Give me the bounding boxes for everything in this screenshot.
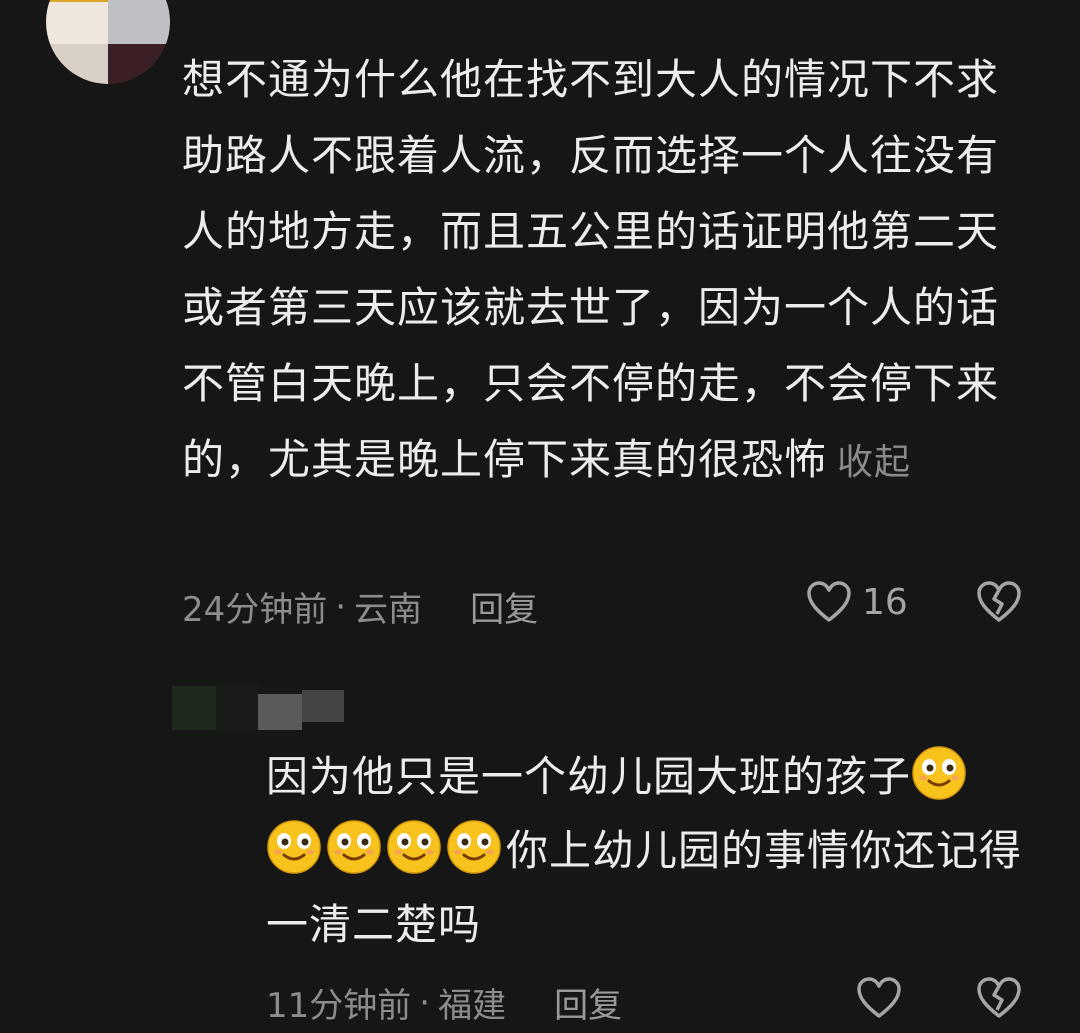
dislike-button[interactable] bbox=[976, 580, 1022, 628]
smiley-emoji-icon bbox=[266, 819, 322, 875]
smiley-emoji-icon bbox=[911, 745, 967, 801]
like-count: 16 bbox=[862, 581, 908, 623]
comment-text: 想不通为什么他在找不到大人的情况下不求助路人不跟着人流，反而选择一个人往没有人的… bbox=[182, 55, 1000, 484]
reply-button[interactable]: 回复 bbox=[470, 582, 538, 631]
smiley-emoji-icon bbox=[386, 819, 442, 875]
reply-location: 福建 bbox=[438, 986, 507, 1026]
reply-meta: 11分钟前 · 福建 回复 bbox=[266, 978, 622, 1027]
meta-separator: · bbox=[419, 982, 431, 1023]
broken-heart-icon bbox=[976, 977, 1022, 1024]
smiley-emoji-icon bbox=[446, 819, 502, 875]
like-button[interactable]: 16 bbox=[806, 580, 908, 624]
replier-avatar[interactable] bbox=[172, 686, 344, 730]
meta-separator: · bbox=[335, 586, 347, 627]
comment-body: 想不通为什么他在找不到大人的情况下不求助路人不跟着人流，反而选择一个人往没有人的… bbox=[182, 42, 1002, 501]
reply-text-part1: 因为他只是一个幼儿园大班的孩子 bbox=[266, 752, 912, 801]
comment-meta: 24分钟前 · 云南 回复 bbox=[182, 582, 538, 631]
comment-time: 24分钟前 bbox=[182, 590, 328, 630]
reply-time: 11分钟前 bbox=[266, 986, 412, 1026]
broken-heart-icon bbox=[976, 581, 1022, 628]
heart-icon bbox=[806, 580, 852, 624]
comment-location: 云南 bbox=[354, 590, 423, 630]
reply-dislike-button[interactable] bbox=[976, 976, 1022, 1024]
smiley-emoji-icon bbox=[326, 819, 382, 875]
reply-reply-button[interactable]: 回复 bbox=[554, 978, 622, 1027]
commenter-avatar[interactable] bbox=[46, 0, 170, 84]
collapse-link[interactable]: 收起 bbox=[837, 442, 911, 483]
reply-like-button[interactable] bbox=[856, 976, 902, 1020]
reply-body: 因为他只是一个幼儿园大班的孩子你上幼儿园的事情你还记得一清二楚吗 bbox=[266, 740, 1026, 962]
heart-icon bbox=[856, 976, 902, 1020]
